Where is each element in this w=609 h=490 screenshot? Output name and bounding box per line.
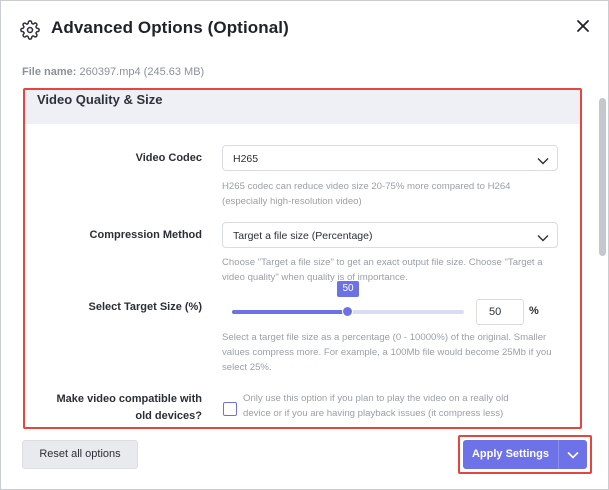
help-line: Choose "Target a file size" to get an ex…: [222, 257, 543, 268]
file-name-info: File name: 260397.mp4 (245.63 MB): [22, 66, 204, 78]
help-line: H265 codec can reduce video size 20-75% …: [222, 181, 511, 192]
slider-fill: [232, 310, 348, 314]
section-title: Video Quality & Size: [37, 92, 163, 107]
compat-label-line: old devices?: [135, 410, 202, 422]
video-codec-help: H265 codec can reduce video size 20-75% …: [222, 179, 562, 209]
help-line: select 25%.: [222, 362, 272, 373]
video-codec-label: Video Codec: [135, 152, 202, 164]
help-line: video quality" when quality is of import…: [222, 272, 408, 283]
slider-thumb[interactable]: [342, 306, 353, 317]
compression-method-help: Choose "Target a file size" to get an ex…: [222, 255, 562, 285]
help-line: values compress more. For example, a 100…: [222, 347, 552, 358]
advanced-options-dialog: Advanced Options (Optional) File name: 2…: [0, 0, 609, 490]
file-name-value: 260397.mp4 (245.63 MB): [79, 66, 205, 78]
section-header: Video Quality & Size: [25, 90, 580, 124]
chevron-down-icon: [537, 230, 549, 242]
chevron-down-icon: [537, 153, 549, 165]
close-icon[interactable]: [573, 16, 593, 36]
help-line: Select a target file size as a percentag…: [222, 332, 547, 343]
reset-all-options-button[interactable]: Reset all options: [22, 440, 138, 469]
scrollbar[interactable]: [599, 98, 606, 256]
gear-icon: [20, 20, 40, 40]
compression-method-value: Target a file size (Percentage): [233, 230, 373, 242]
help-line: Only use this option if you plan to play…: [243, 393, 509, 404]
compat-label-line: Make video compatible with: [56, 393, 202, 405]
compression-method-select[interactable]: Target a file size (Percentage): [222, 222, 558, 248]
apply-settings-button[interactable]: Apply Settings: [463, 440, 558, 469]
dialog-header: Advanced Options (Optional): [1, 1, 608, 61]
target-size-input[interactable]: 50: [476, 299, 524, 325]
video-quality-section: Video Quality & Size Video Codec H265 H2…: [23, 88, 582, 429]
target-size-help: Select a target file size as a percentag…: [222, 330, 562, 375]
chevron-down-icon: [567, 451, 579, 459]
compat-label: Make video compatible with old devices?: [45, 391, 202, 425]
target-size-label: Select Target Size (%): [88, 301, 203, 313]
help-line: device or if you are having playback iss…: [243, 408, 504, 419]
compat-checkbox[interactable]: [223, 402, 237, 416]
video-codec-select[interactable]: H265: [222, 145, 558, 171]
compat-help: Only use this option if you plan to play…: [243, 391, 563, 421]
video-codec-value: H265: [233, 153, 259, 165]
apply-options-dropdown[interactable]: [559, 440, 587, 469]
slider-value-bubble: 50: [337, 281, 359, 297]
percent-unit-label: %: [529, 305, 539, 317]
dialog-title: Advanced Options (Optional): [51, 18, 289, 37]
target-size-slider[interactable]: [232, 306, 464, 317]
compression-method-label: Compression Method: [89, 229, 202, 241]
file-name-label: File name:: [22, 66, 77, 78]
help-line: (especially high-resolution video): [222, 196, 362, 207]
